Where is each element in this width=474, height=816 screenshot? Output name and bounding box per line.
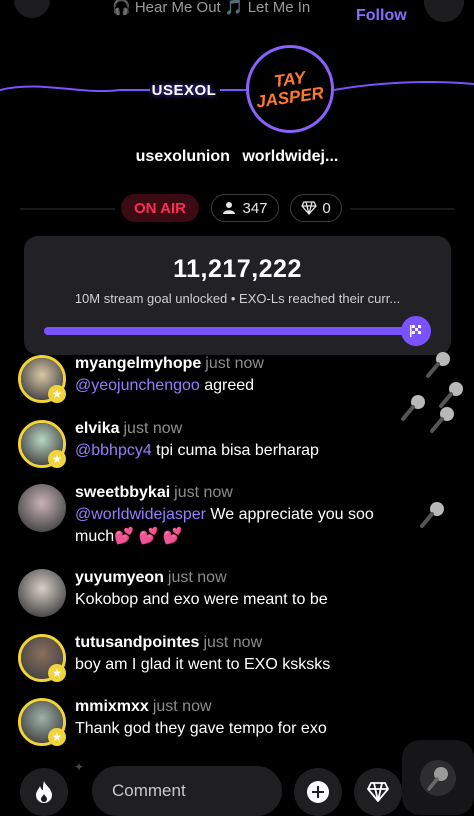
person-icon — [223, 202, 236, 214]
host-name[interactable]: usexolunion — [136, 148, 230, 165]
comment-header: sweetbbykai just now — [75, 484, 415, 502]
comment-timestamp: just now — [123, 420, 183, 437]
goal-count: 11,217,222 — [173, 255, 302, 283]
comment-username[interactable]: elvika — [75, 420, 119, 437]
host-logo-text: USEXOL — [151, 81, 217, 99]
follow-button[interactable]: Follow — [356, 7, 407, 25]
comment-body: elvika just now @bbhpcy4 tpi cuma bisa ber… — [75, 420, 415, 462]
comment-message: Kokobop and exo were meant to be — [75, 591, 328, 608]
comment-username[interactable]: sweetbbykai — [75, 484, 170, 501]
comment-avatar[interactable]: ★ — [18, 355, 66, 403]
comment-header: elvika just now — [75, 420, 415, 438]
avatar-image — [18, 569, 66, 617]
vip-star-icon: ★ — [48, 728, 66, 746]
microphone-icon — [420, 759, 456, 796]
diamond-icon — [301, 201, 318, 215]
add-button[interactable] — [294, 768, 342, 816]
goal-progress-track — [44, 327, 424, 335]
comment-body: tutusandpointes just now boy am I glad it … — [75, 634, 415, 676]
header-wave-decoration — [0, 81, 474, 93]
divider-left — [20, 208, 115, 210]
vip-star-icon: ★ — [48, 450, 66, 468]
gem-count-pill[interactable]: 0 — [290, 194, 342, 222]
microphone-icon — [420, 502, 444, 528]
comment-avatar[interactable]: ★ — [18, 420, 66, 468]
comment-username[interactable]: myangelmyhope — [75, 355, 201, 372]
guest-logo-text-2: JASPER — [254, 83, 325, 112]
comment-mention[interactable]: @bbhpcy4 — [75, 442, 152, 459]
flag-icon — [410, 325, 421, 337]
plus-icon — [307, 781, 329, 803]
comment-header: mmixmxx just now — [75, 698, 415, 716]
vip-star-icon: ★ — [48, 385, 66, 403]
back-button[interactable] — [14, 0, 50, 18]
host-avatar[interactable]: USEXOL — [148, 58, 220, 122]
comment-username[interactable]: yuyumyeon — [75, 569, 164, 586]
comment-message: agreed — [199, 377, 255, 394]
comment-timestamp: just now — [167, 569, 227, 586]
comment-text: boy am I glad it went to EXO ksksks — [75, 654, 415, 676]
comment-message: tpi cuma bisa berharap — [151, 442, 319, 459]
comment-text: Thank god they gave tempo for exo — [75, 718, 415, 740]
gem-count: 0 — [322, 199, 331, 217]
vip-star-icon: ★ — [48, 664, 66, 682]
comment-timestamp: just now — [203, 634, 263, 651]
microphone-icon — [430, 407, 454, 433]
microphone-icon — [401, 395, 425, 421]
comment-header: yuyumyeon just now — [75, 569, 415, 587]
avatar-image — [18, 484, 66, 532]
flame-button[interactable] — [20, 768, 68, 816]
guest-avatar[interactable]: TAY JASPER — [246, 45, 334, 133]
comment-avatar[interactable] — [18, 569, 66, 617]
comment-avatar[interactable]: ★ — [18, 698, 66, 746]
comment-input[interactable]: Comment — [92, 766, 282, 816]
viewer-count: 347 — [242, 199, 268, 217]
comment-timestamp: just now — [152, 698, 212, 715]
flame-icon — [36, 781, 52, 803]
microphone-icon — [426, 352, 450, 378]
sparkle-icon: ✦ — [74, 760, 85, 774]
comment-avatar[interactable]: ★ — [18, 634, 66, 682]
comment-body: sweetbbykai just now @worldwidejasper We a… — [75, 484, 415, 548]
goal-flag-marker — [401, 316, 431, 346]
comment-timestamp: just now — [174, 484, 233, 501]
comment-username[interactable]: tutusandpointes — [75, 634, 199, 651]
viewer-count-pill[interactable]: 347 — [211, 194, 279, 222]
comment-mention[interactable]: @worldwidejasper — [75, 506, 206, 523]
comment-avatar[interactable] — [18, 484, 66, 532]
on-air-badge: ON AIR — [121, 194, 199, 222]
guest-name[interactable]: worldwidej... — [242, 148, 338, 165]
comment-header: myangelmyhope just now — [75, 355, 415, 373]
comment-text: Kokobop and exo were meant to be — [75, 589, 415, 611]
comment-mention[interactable]: @yeojunchengoo — [75, 377, 200, 394]
comment-body: mmixmxx just now Thank god they gave tempo… — [75, 698, 415, 740]
comment-message: Thank god they gave tempo for exo — [75, 720, 327, 737]
comment-timestamp: just now — [205, 355, 264, 372]
comment-header: tutusandpointes just now — [75, 634, 415, 652]
diamond-icon — [367, 782, 389, 802]
comment-text: @bbhpcy4 tpi cuma bisa berharap — [75, 440, 415, 462]
comment-text: @yeojunchengoo agreed — [75, 375, 415, 397]
comment-message: boy am I glad it went to EXO ksksks — [75, 656, 331, 673]
comment-body: yuyumyeon just now Kokobop and exo were me… — [75, 569, 415, 611]
microphone-button[interactable] — [402, 740, 474, 815]
comment-text: @worldwidejasper We appreciate you soo m… — [75, 504, 415, 548]
comment-body: myangelmyhope just now @yeojunchengoo agre… — [75, 355, 415, 397]
comment-username[interactable]: mmixmxx — [75, 698, 149, 715]
stream-goal-card: 11,217,222 10M stream goal unlocked • EX… — [24, 236, 451, 355]
now-playing-text: 🎧 Hear Me Out 🎵 Let Me In — [112, 0, 311, 16]
gift-gem-button[interactable] — [354, 768, 402, 816]
divider-right — [350, 208, 454, 210]
goal-progress-fill — [44, 327, 424, 335]
goal-message: 10M stream goal unlocked • EXO-Ls reache… — [74, 291, 401, 306]
options-button[interactable] — [424, 0, 464, 22]
host-names: usexolunion worldwidej... — [0, 148, 474, 166]
